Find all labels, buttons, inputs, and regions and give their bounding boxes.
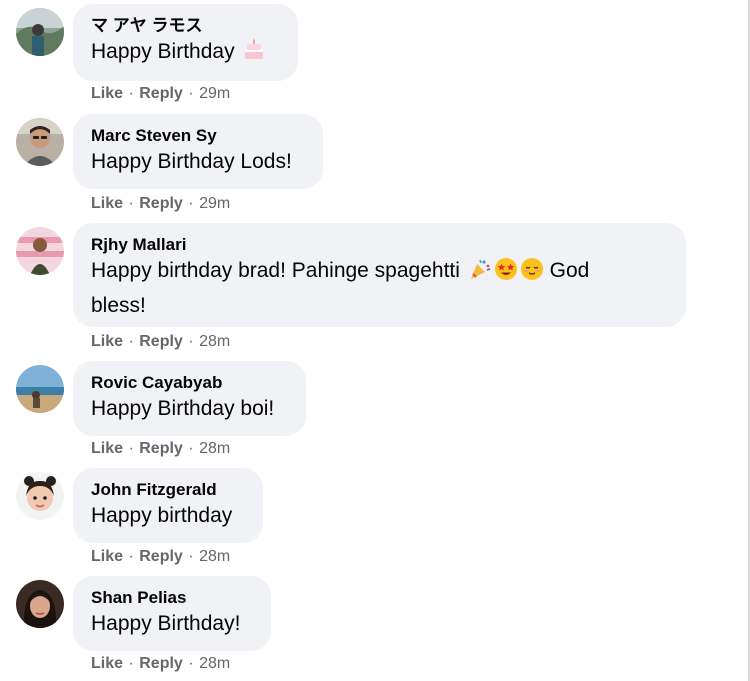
comment-bubble: Marc Steven Sy Happy Birthday Lods!	[73, 114, 323, 189]
separator: ·	[128, 333, 134, 350]
reply-button[interactable]: Reply	[139, 195, 183, 212]
comment-author[interactable]: Marc Steven Sy	[91, 125, 305, 146]
separator: ·	[128, 655, 134, 672]
comment-bubble: Rovic Cayabyab Happy Birthday boi!	[73, 361, 306, 436]
comment-bubble: Shan Pelias Happy Birthday!	[73, 576, 271, 651]
reply-button[interactable]: Reply	[139, 333, 183, 350]
party-popper-icon	[468, 257, 492, 290]
avatar[interactable]	[16, 118, 64, 166]
comment-actions: Like · Reply · 29m	[91, 194, 230, 214]
like-button[interactable]: Like	[91, 85, 123, 102]
star-struck-icon	[494, 257, 518, 290]
comment-actions: Like · Reply · 28m	[91, 332, 230, 352]
comment-actions: Like · Reply · 28m	[91, 547, 230, 567]
like-button[interactable]: Like	[91, 195, 123, 212]
comment-text: Happy Birthday!	[91, 612, 241, 635]
separator: ·	[188, 333, 194, 350]
separator: ·	[188, 655, 194, 672]
reply-button[interactable]: Reply	[139, 548, 183, 565]
like-button[interactable]: Like	[91, 655, 123, 672]
comment-timestamp[interactable]: 28m	[199, 655, 230, 672]
relieved-face-icon	[520, 257, 544, 290]
comment-text: Happy Birthday	[91, 36, 280, 71]
comment-text: Happy birthday	[91, 504, 233, 527]
separator: ·	[128, 85, 134, 102]
comment-author[interactable]: Rjhy Mallari	[91, 234, 668, 255]
separator: ·	[188, 85, 194, 102]
separator: ·	[128, 548, 134, 565]
separator: ·	[188, 548, 194, 565]
reply-button[interactable]: Reply	[139, 440, 183, 457]
comment-actions: Like · Reply · 28m	[91, 654, 230, 674]
separator: ·	[128, 195, 134, 212]
comment-actions: Like · Reply · 28m	[91, 439, 230, 459]
like-button[interactable]: Like	[91, 548, 123, 565]
comment-author[interactable]: Shan Pelias	[91, 587, 253, 608]
reply-button[interactable]: Reply	[139, 655, 183, 672]
avatar[interactable]	[16, 8, 64, 56]
comment-text: Happy birthday brad! Pahinge spagehtti G…	[91, 257, 590, 317]
reply-button[interactable]: Reply	[139, 85, 183, 102]
comment-timestamp[interactable]: 28m	[199, 440, 230, 457]
comment-author[interactable]: マ アヤ ラモス	[91, 15, 280, 36]
separator: ·	[128, 440, 134, 457]
comment-bubble: John Fitzgerald Happy birthday	[73, 468, 263, 543]
comment-actions: Like · Reply · 29m	[91, 84, 230, 104]
comment-timestamp[interactable]: 28m	[199, 548, 230, 565]
like-button[interactable]: Like	[91, 333, 123, 350]
comment-author[interactable]: Rovic Cayabyab	[91, 372, 288, 393]
avatar[interactable]	[16, 580, 64, 628]
comment-timestamp[interactable]: 28m	[199, 333, 230, 350]
comment-author[interactable]: John Fitzgerald	[91, 479, 245, 500]
comment-text: Happy Birthday Lods!	[91, 150, 292, 173]
comment-text: Happy Birthday boi!	[91, 397, 275, 420]
comment-timestamp[interactable]: 29m	[199, 85, 230, 102]
separator: ·	[188, 440, 194, 457]
separator: ·	[188, 195, 194, 212]
avatar[interactable]	[16, 365, 64, 413]
comment-bubble: マ アヤ ラモス Happy Birthday	[73, 4, 298, 81]
comment-timestamp[interactable]: 29m	[199, 195, 230, 212]
comment-bubble: Rjhy Mallari Happy birthday brad! Pahing…	[73, 223, 686, 327]
like-button[interactable]: Like	[91, 440, 123, 457]
avatar[interactable]	[16, 472, 64, 520]
birthday-cake-icon	[242, 38, 266, 71]
avatar[interactable]	[16, 227, 64, 275]
